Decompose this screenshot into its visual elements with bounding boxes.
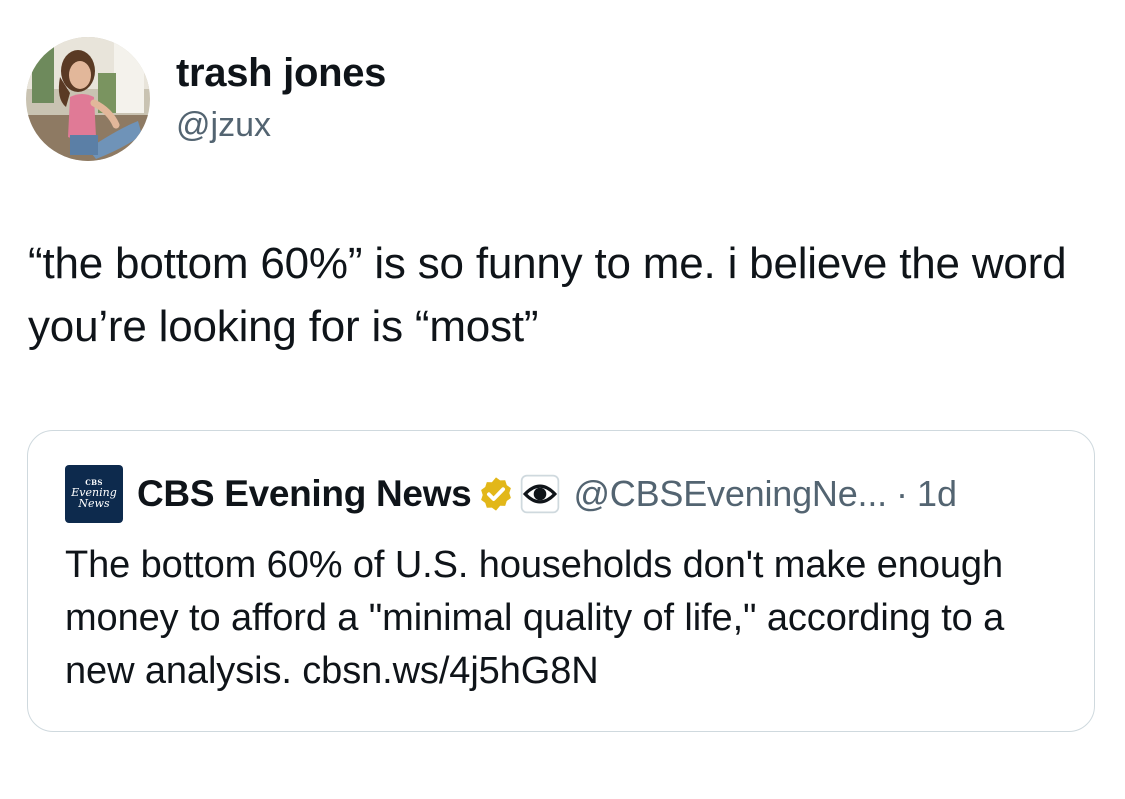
verified-badge-icon <box>477 475 515 513</box>
logo-text-line-1: CBS <box>85 478 103 487</box>
quoted-author-handle[interactable]: @CBSEveningNe... <box>573 473 887 515</box>
quoted-tweet-card[interactable]: CBS Evening News CBS Evening News @CBSEv… <box>27 430 1095 732</box>
quoted-author-name[interactable]: CBS Evening News <box>137 473 472 515</box>
logo-text-line-3: News <box>78 497 110 510</box>
quoted-tweet-text: The bottom 60% of U.S. households don't … <box>65 544 1005 692</box>
cbs-evening-news-avatar[interactable]: CBS Evening News <box>65 465 123 523</box>
quoted-tweet-header: CBS Evening News CBS Evening News @CBSEv… <box>65 465 957 523</box>
author-display-name[interactable]: trash jones <box>176 50 386 96</box>
avatar[interactable] <box>26 37 150 161</box>
cbs-eye-affiliate-icon[interactable] <box>519 473 561 515</box>
author-handle[interactable]: @jzux <box>176 105 271 145</box>
tweet-text: “the bottom 60%” is so funny to me. i be… <box>28 239 1067 351</box>
quoted-timestamp[interactable]: 1d <box>917 473 957 515</box>
header-separator: · <box>895 473 908 514</box>
